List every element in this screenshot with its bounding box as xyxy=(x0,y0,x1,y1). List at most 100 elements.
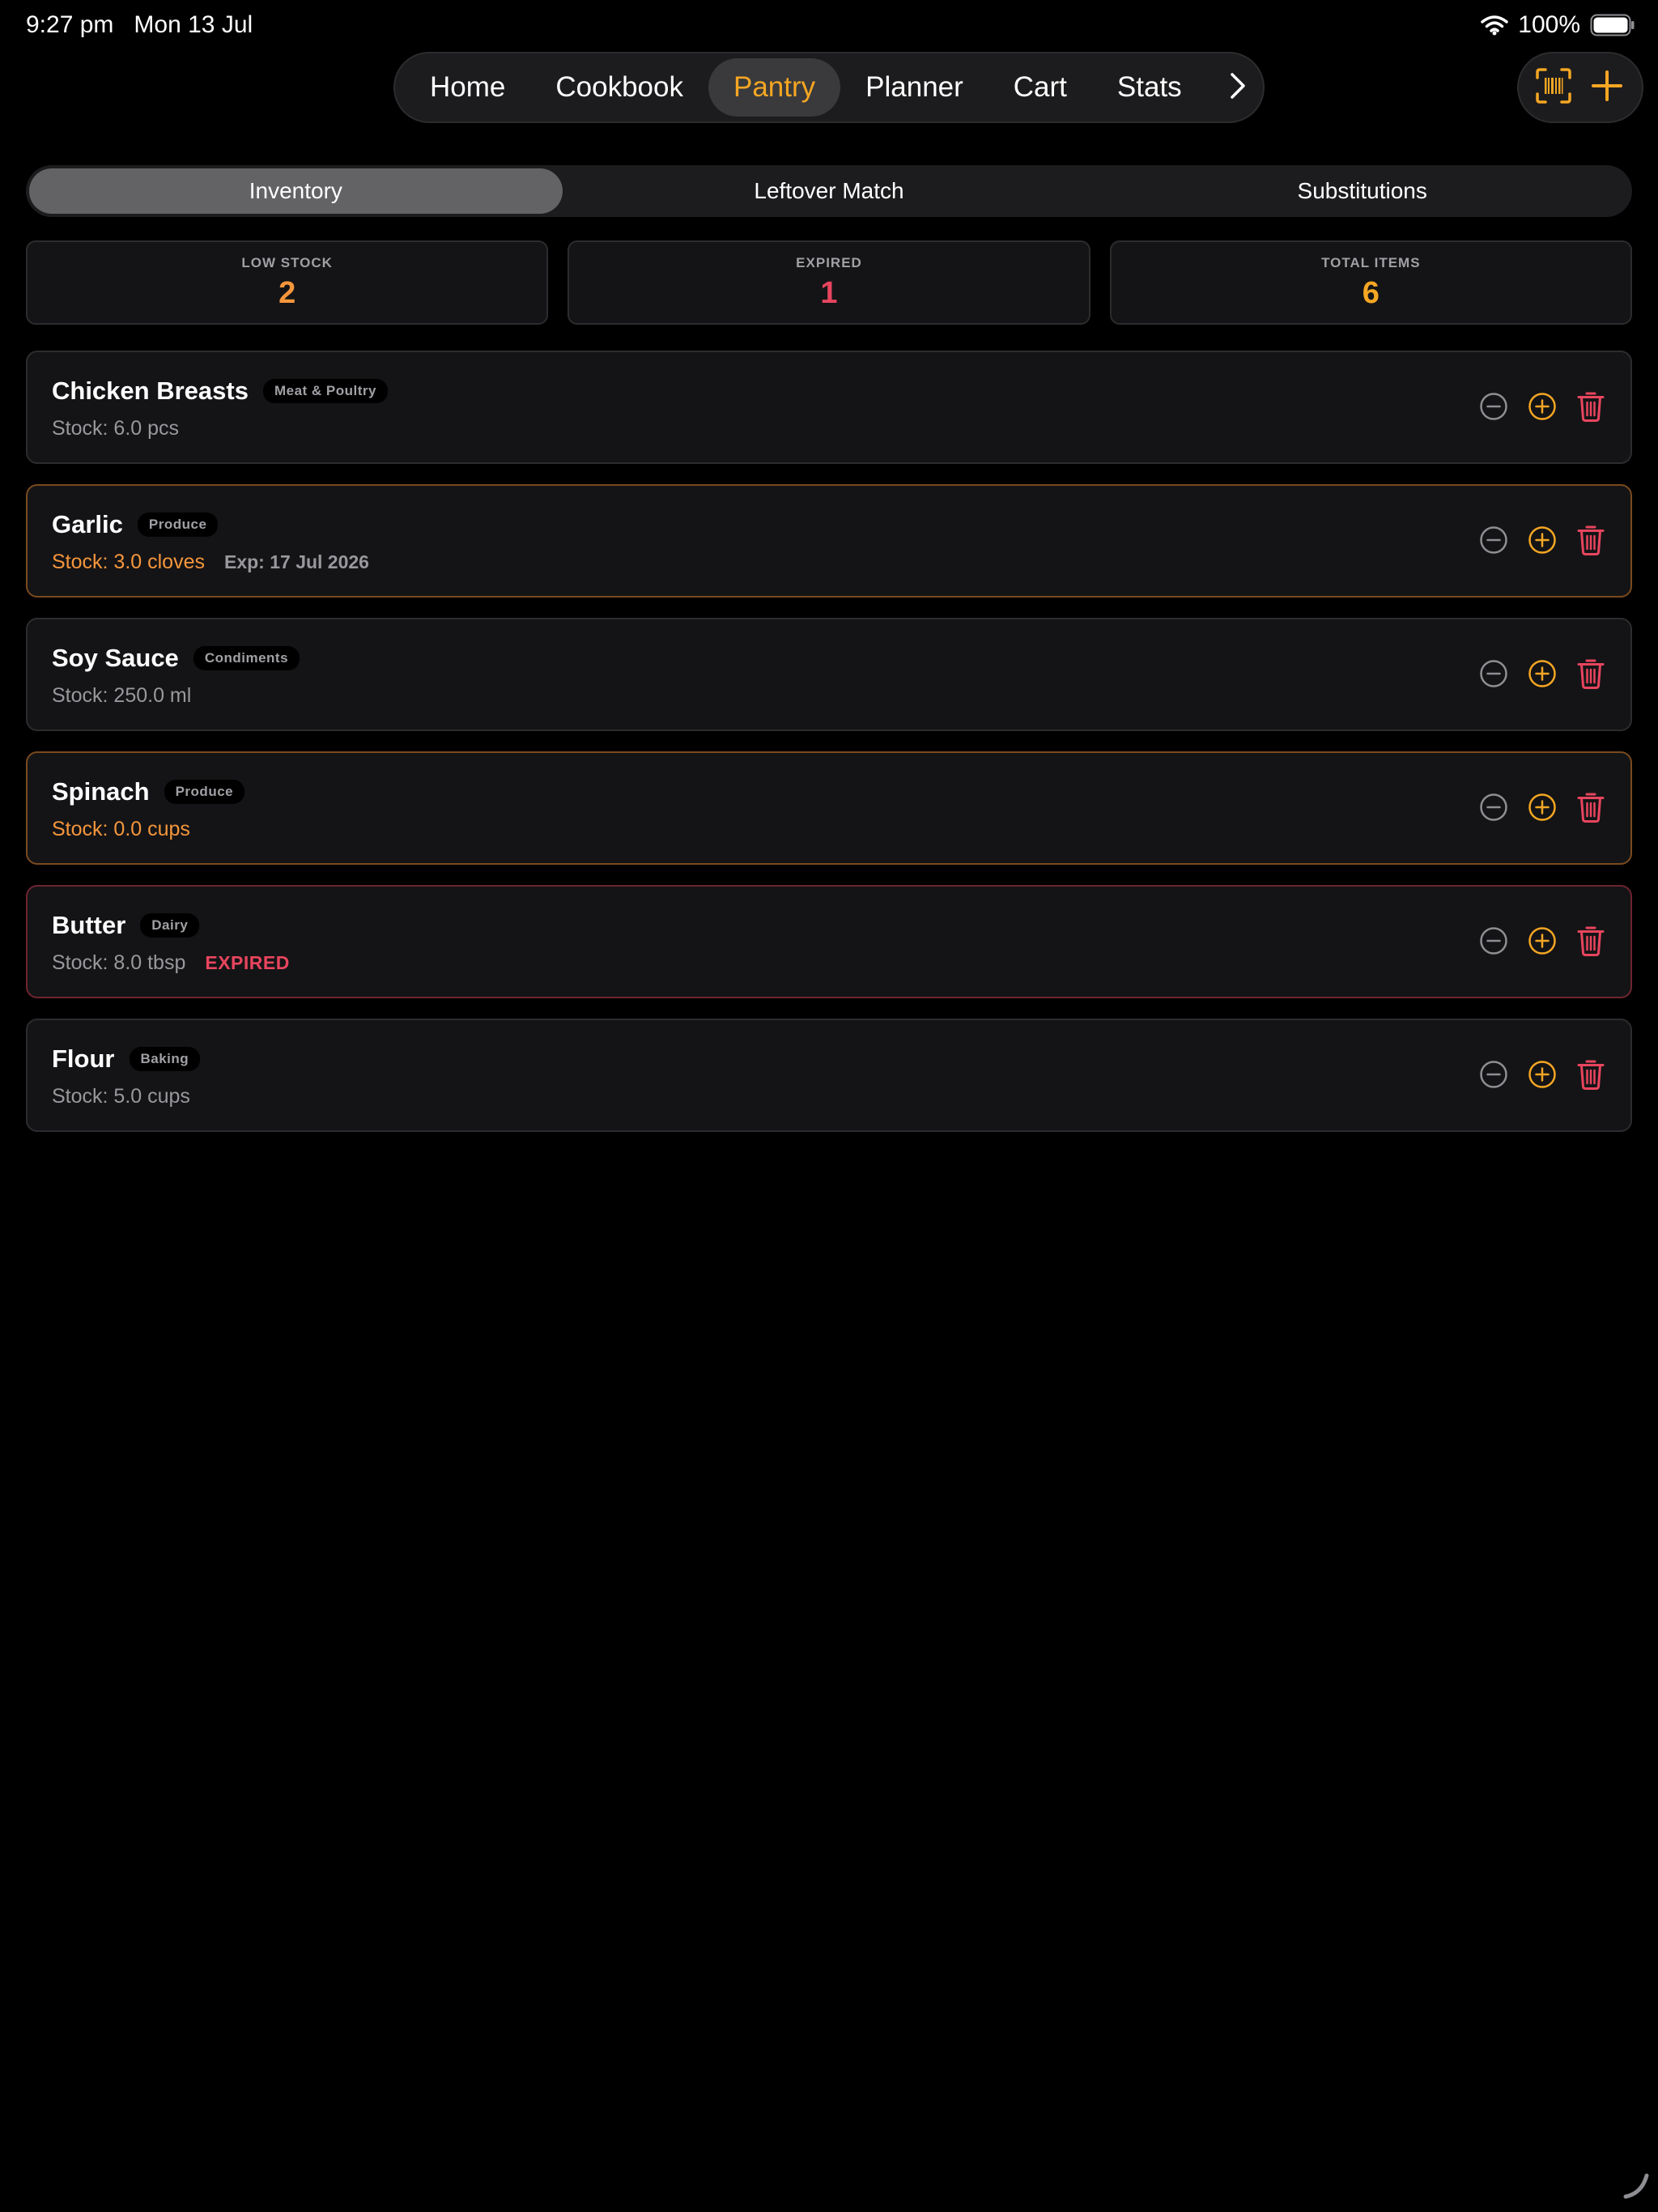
status-date: Mon 13 Jul xyxy=(134,11,253,38)
delete-button[interactable] xyxy=(1575,1059,1606,1093)
increment-button[interactable] xyxy=(1527,658,1558,692)
stat-value-expired: 1 xyxy=(820,275,838,310)
add-item-button[interactable] xyxy=(1586,66,1628,108)
increment-button[interactable] xyxy=(1527,525,1558,559)
plus-circle-icon xyxy=(1528,926,1557,959)
item-stock: Stock: 0.0 cups xyxy=(52,818,190,840)
wifi-icon xyxy=(1481,15,1509,36)
category-badge: Produce xyxy=(164,780,245,804)
decrement-button[interactable] xyxy=(1478,658,1509,692)
increment-button[interactable] xyxy=(1527,1059,1558,1093)
item-name: Chicken Breasts xyxy=(52,376,249,405)
minus-circle-icon xyxy=(1479,1060,1508,1093)
stat-label: EXPIRED xyxy=(796,254,862,270)
trash-icon xyxy=(1577,657,1605,694)
plus-circle-icon xyxy=(1528,525,1557,559)
category-badge: Meat & Poultry xyxy=(262,379,388,403)
segment-inventory[interactable]: Inventory xyxy=(29,168,563,214)
increment-button[interactable] xyxy=(1527,792,1558,826)
minus-circle-icon xyxy=(1479,659,1508,692)
top-nav-bar: Home Cookbook Pantry Planner Cart Stats xyxy=(393,52,1265,123)
item-name: Soy Sauce xyxy=(52,644,179,672)
minus-circle-icon xyxy=(1479,926,1508,959)
delete-button[interactable] xyxy=(1575,925,1606,959)
delete-button[interactable] xyxy=(1575,792,1606,826)
decrement-button[interactable] xyxy=(1478,925,1509,959)
status-bar: 9:27 pm Mon 13 Jul 100% xyxy=(0,0,1658,52)
pantry-stats: LOW STOCK 2 EXPIRED 1 TOTAL ITEMS 6 xyxy=(26,240,1632,325)
item-stock: Stock: 5.0 cups xyxy=(52,1085,190,1108)
item-stock: Stock: 250.0 ml xyxy=(52,684,192,707)
barcode-scan-icon xyxy=(1535,67,1572,108)
plus-circle-icon xyxy=(1528,392,1557,425)
status-indicators: 100% xyxy=(1481,11,1635,39)
status-time: 9:27 pm Mon 13 Jul xyxy=(26,11,253,39)
item-name: Spinach xyxy=(52,777,150,806)
pantry-item[interactable]: Chicken Breasts Meat & Poultry Stock: 6.… xyxy=(26,351,1632,464)
pantry-item-list: Chicken Breasts Meat & Poultry Stock: 6.… xyxy=(26,351,1632,1152)
decrement-button[interactable] xyxy=(1478,391,1509,425)
pantry-item[interactable]: Butter Dairy Stock: 8.0 tbsp EXPIRED xyxy=(26,885,1632,998)
plus-circle-icon xyxy=(1528,659,1557,692)
item-stock: Stock: 6.0 pcs xyxy=(52,417,180,440)
decrement-button[interactable] xyxy=(1478,525,1509,559)
segment-leftover-match[interactable]: Leftover Match xyxy=(563,168,1096,214)
battery-icon xyxy=(1590,14,1635,36)
battery-percent: 100% xyxy=(1518,11,1580,38)
pantry-item[interactable]: Flour Baking Stock: 5.0 cups xyxy=(26,1019,1632,1132)
plus-circle-icon xyxy=(1528,1060,1557,1093)
item-stock: Stock: 8.0 tbsp xyxy=(52,951,186,974)
stat-label: TOTAL ITEMS xyxy=(1321,254,1421,270)
increment-button[interactable] xyxy=(1527,925,1558,959)
nav-more-button[interactable] xyxy=(1226,72,1253,104)
toolbar-actions xyxy=(1517,52,1643,123)
item-name: Butter xyxy=(52,911,126,939)
nav-tab-cookbook[interactable]: Cookbook xyxy=(530,58,708,117)
trash-icon xyxy=(1577,390,1605,427)
scan-barcode-button[interactable] xyxy=(1533,66,1575,108)
stat-value-low-stock: 2 xyxy=(278,275,296,310)
stat-card-low-stock: LOW STOCK 2 xyxy=(26,240,549,325)
item-name: Garlic xyxy=(52,510,123,538)
plus-circle-icon xyxy=(1528,793,1557,826)
plus-icon xyxy=(1591,70,1623,106)
item-stock: Stock: 3.0 cloves xyxy=(52,551,205,573)
chevron-right-icon xyxy=(1229,72,1247,104)
expired-label: EXPIRED xyxy=(205,952,290,973)
category-badge: Dairy xyxy=(140,913,200,938)
pantry-item[interactable]: Soy Sauce Condiments Stock: 250.0 ml xyxy=(26,618,1632,731)
status-clock: 9:27 pm xyxy=(26,11,114,38)
category-badge: Baking xyxy=(129,1047,201,1071)
decrement-button[interactable] xyxy=(1478,1059,1509,1093)
trash-icon xyxy=(1577,925,1605,961)
nav-tab-pantry[interactable]: Pantry xyxy=(708,58,841,117)
pantry-item[interactable]: Garlic Produce Stock: 3.0 cloves Exp: 17… xyxy=(26,484,1632,598)
category-badge: Produce xyxy=(137,513,219,537)
nav-tab-planner[interactable]: Planner xyxy=(840,58,988,117)
pantry-segmented-control: Inventory Leftover Match Substitutions xyxy=(26,165,1632,217)
item-name: Flour xyxy=(52,1044,115,1073)
stat-value-total: 6 xyxy=(1362,275,1380,310)
delete-button[interactable] xyxy=(1575,658,1606,692)
minus-circle-icon xyxy=(1479,525,1508,559)
stat-label: LOW STOCK xyxy=(241,254,333,270)
minus-circle-icon xyxy=(1479,392,1508,425)
corner-grabber-icon xyxy=(1622,2172,1650,2204)
nav-tab-stats[interactable]: Stats xyxy=(1092,58,1207,117)
increment-button[interactable] xyxy=(1527,391,1558,425)
delete-button[interactable] xyxy=(1575,525,1606,559)
decrement-button[interactable] xyxy=(1478,792,1509,826)
pantry-item[interactable]: Spinach Produce Stock: 0.0 cups xyxy=(26,751,1632,865)
segment-substitutions[interactable]: Substitutions xyxy=(1095,168,1629,214)
trash-icon xyxy=(1577,524,1605,560)
delete-button[interactable] xyxy=(1575,391,1606,425)
nav-tab-home[interactable]: Home xyxy=(405,58,530,117)
trash-icon xyxy=(1577,1058,1605,1095)
stat-card-total-items: TOTAL ITEMS 6 xyxy=(1109,240,1632,325)
trash-icon xyxy=(1577,791,1605,827)
minus-circle-icon xyxy=(1479,793,1508,826)
item-expiry-date: Exp: 17 Jul 2026 xyxy=(223,551,369,572)
stat-card-expired: EXPIRED 1 xyxy=(568,240,1090,325)
nav-tab-cart[interactable]: Cart xyxy=(988,58,1092,117)
category-badge: Condiments xyxy=(193,646,300,670)
